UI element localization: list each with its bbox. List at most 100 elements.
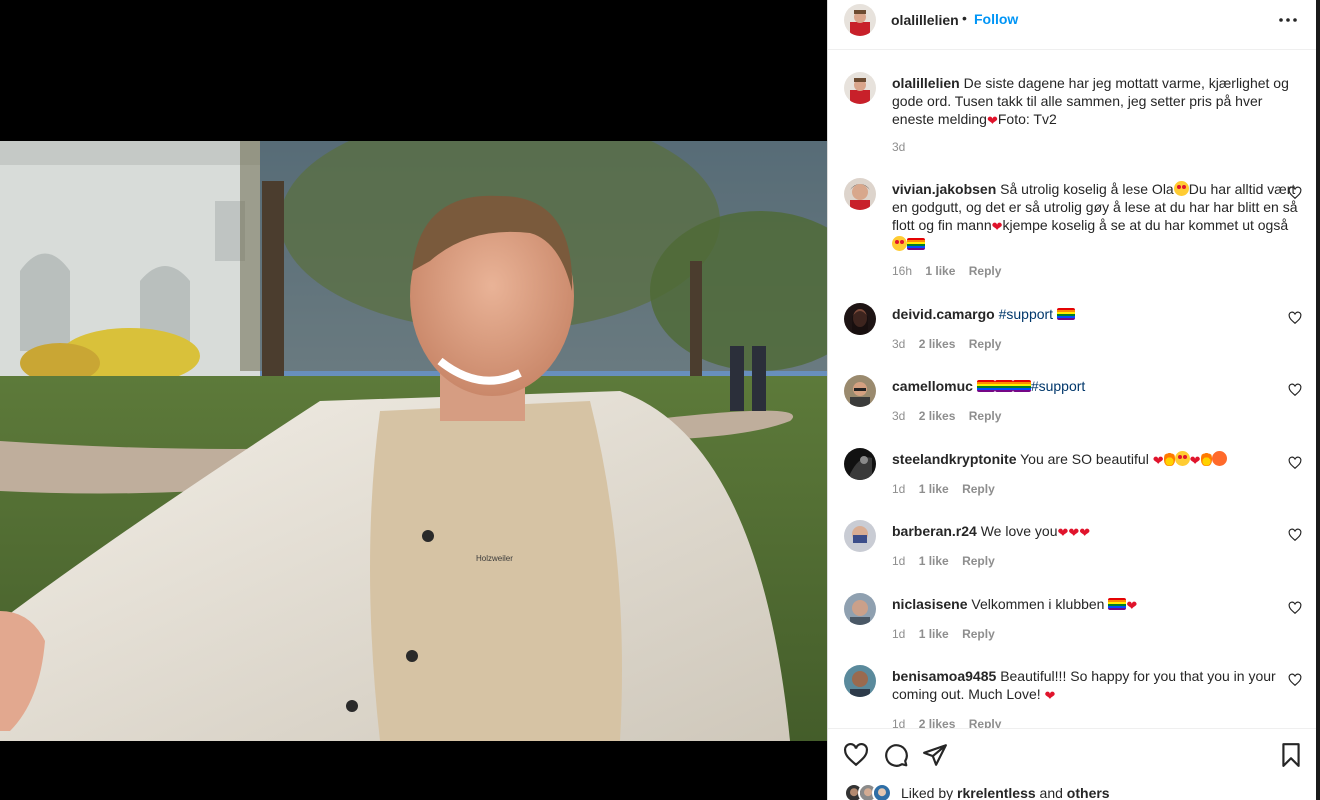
caption-credit: Foto: Tv2 [997, 111, 1057, 127]
liked-by-user[interactable]: rkrelentless [957, 785, 1036, 800]
follow-button[interactable]: Follow [974, 11, 1018, 27]
comment-text: deivid.camargo #support [892, 305, 1302, 323]
comment-text: niclasisene Velkommen i klubben ❤ [892, 595, 1302, 614]
heart-icon[interactable] [1288, 456, 1302, 470]
comment-username[interactable]: niclasisene [892, 596, 968, 612]
comment-meta: 3d 2 likes Reply [892, 409, 1011, 423]
reply-button[interactable]: Reply [969, 717, 1002, 728]
commenter-avatar[interactable] [844, 665, 876, 697]
fire-emoji [1163, 451, 1175, 466]
comment-icon[interactable] [883, 742, 909, 768]
post-photo-image: Holzweiler [0, 141, 827, 741]
heart-eyes-emoji [1174, 451, 1190, 466]
red-heart-emoji: ❤ [1126, 599, 1138, 614]
post-header: olalillelien • Follow [828, 0, 1317, 50]
commenter-avatar[interactable] [844, 520, 876, 552]
liked-by-text: Liked by rkrelentless and others [901, 785, 1110, 800]
commenter-avatar[interactable] [844, 178, 876, 210]
rainbow-flag-emoji [1108, 598, 1127, 610]
bookmark-icon[interactable] [1278, 742, 1304, 768]
rainbow-flag-emoji [907, 238, 925, 250]
comment-username[interactable]: barberan.r24 [892, 523, 977, 539]
fire-emoji [1200, 451, 1212, 466]
likes-count[interactable]: 2 likes [919, 409, 956, 423]
comment-username[interactable]: vivian.jakobsen [892, 181, 996, 197]
red-heart-emoji: ❤ [991, 220, 1003, 235]
author-avatar[interactable] [844, 72, 876, 104]
hashtag-link[interactable]: #support [999, 306, 1053, 322]
comment-meta: 1d 1 like Reply [892, 554, 1005, 568]
author-username[interactable]: olalillelien [891, 12, 959, 28]
timestamp: 1d [892, 554, 906, 568]
red-heart-emoji: ❤ [1044, 689, 1056, 704]
comment-text: vivian.jakobsen Så utrolig koselig å les… [892, 180, 1302, 253]
heart-icon[interactable] [1288, 528, 1302, 542]
comments-list[interactable]: olalillelien De siste dagene har jeg mot… [828, 50, 1317, 728]
rainbow-flag-emoji [1056, 308, 1075, 320]
heart-eyes-emoji [1173, 181, 1189, 196]
caption-username[interactable]: olalillelien [892, 75, 960, 91]
likes-count[interactable]: 1 like [919, 627, 949, 641]
liked-by-prefix: Liked by [901, 785, 954, 800]
timestamp: 3d [892, 337, 906, 351]
liker-avatar [872, 783, 892, 800]
post-actions: Liked by rkrelentless and others [828, 728, 1317, 800]
heart-icon[interactable] [1288, 383, 1302, 397]
heart-icon[interactable] [1288, 601, 1302, 615]
heart-icon[interactable] [843, 742, 869, 768]
reply-button[interactable]: Reply [962, 627, 995, 641]
timestamp: 1d [892, 627, 906, 641]
timestamp: 3d [892, 140, 906, 154]
author-avatar[interactable] [844, 4, 876, 36]
post-photo[interactable]: Holzweiler [0, 141, 827, 741]
comment-username[interactable]: deivid.camargo [892, 306, 995, 322]
comment-meta: 1d 1 like Reply [892, 627, 1005, 641]
commenter-avatar[interactable] [844, 593, 876, 625]
likes-count[interactable]: 2 likes [919, 717, 956, 728]
likes-count[interactable]: 1 like [919, 554, 949, 568]
reply-button[interactable]: Reply [962, 554, 995, 568]
reply-button[interactable]: Reply [969, 264, 1002, 278]
more-horizontal-icon[interactable] [1276, 12, 1300, 28]
red-heart-emoji: ❤❤❤ [1057, 526, 1091, 541]
heart-eyes-emoji [892, 236, 907, 251]
reply-button[interactable]: Reply [962, 482, 995, 496]
timestamp: 16h [892, 264, 913, 278]
liked-by-others[interactable]: others [1067, 785, 1110, 800]
comment-meta: 1d 2 likes Reply [892, 717, 1011, 728]
post-media: Holzweiler [0, 0, 827, 800]
comment-text: benisamoa9485 Beautiful!!! So happy for … [892, 667, 1302, 704]
commenter-avatar[interactable] [844, 448, 876, 480]
heart-icon[interactable] [1288, 673, 1302, 687]
comment-username[interactable]: benisamoa9485 [892, 668, 996, 684]
heart-icon[interactable] [1288, 311, 1302, 325]
commenter-avatar[interactable] [844, 303, 876, 335]
timestamp: 3d [892, 409, 906, 423]
caption-text: olalillelien De siste dagene har jeg mot… [892, 74, 1302, 129]
timestamp: 1d [892, 482, 906, 496]
commenter-avatar[interactable] [844, 375, 876, 407]
likes-count[interactable]: 1 like [919, 482, 949, 496]
comment-username[interactable]: camellomuc [892, 378, 973, 394]
comment-body: kjempe koselig å se at du har kommet ut … [1002, 217, 1289, 233]
sweater-print: Holzweiler [476, 554, 513, 563]
comment-body: Velkommen i klubben [971, 596, 1105, 612]
comment-text: barberan.r24 We love you❤❤❤ [892, 522, 1302, 541]
window-edge [1316, 0, 1320, 800]
separator-dot: • [962, 10, 967, 26]
hashtag-link[interactable]: #support [1031, 378, 1085, 394]
reply-button[interactable]: Reply [969, 337, 1002, 351]
caption-meta: 3d [892, 140, 915, 154]
comment-body: You are SO beautiful [1020, 451, 1149, 467]
reply-button[interactable]: Reply [969, 409, 1002, 423]
timestamp: 1d [892, 717, 906, 728]
comment-text: camellomuc #support [892, 377, 1302, 395]
face-emoji [1211, 451, 1227, 466]
likes-count[interactable]: 2 likes [919, 337, 956, 351]
send-icon[interactable] [922, 742, 948, 768]
likes-count[interactable]: 1 like [925, 264, 955, 278]
rainbow-flag-emoji [976, 380, 995, 392]
comment-username[interactable]: steelandkryptonite [892, 451, 1016, 467]
instagram-post-view: Holzweiler olalillelien • Follow olalill… [0, 0, 1320, 800]
heart-icon[interactable] [1288, 186, 1302, 200]
